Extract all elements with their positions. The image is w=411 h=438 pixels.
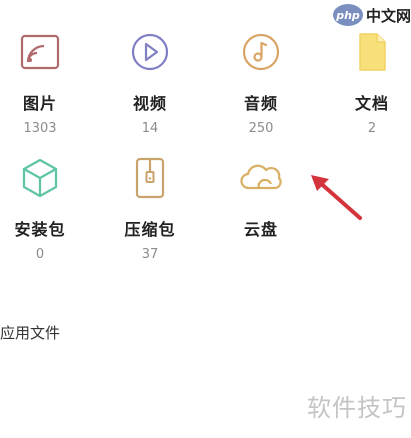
music-note-icon [242,33,280,71]
document-icon [359,33,386,71]
category-audio[interactable]: 音频 250 [221,28,301,136]
category-count: 14 [141,121,159,136]
cloud-icon [240,164,282,190]
category-label: 云盘 [243,220,278,239]
category-label: 视频 [132,94,167,113]
category-label: 文档 [354,94,389,113]
section-title-app-files: 应用文件 [0,324,61,342]
category-count: 0 [35,247,45,262]
category-count: 37 [141,247,159,262]
category-label: 音频 [243,94,278,113]
category-count: 1303 [23,121,57,136]
php-logo: php [333,4,363,26]
category-archives[interactable]: 压缩包 37 [110,154,190,262]
category-label: 图片 [22,94,57,113]
package-cube-icon [22,158,58,198]
category-images[interactable]: 图片 1303 [0,28,80,136]
category-count: 2 [367,121,377,136]
site-name: 中文网 [366,6,411,25]
category-packages[interactable]: 安装包 0 [0,154,80,262]
image-icon [20,34,60,70]
bottom-watermark: 软件技巧 [307,394,407,422]
annotation-arrow-icon [311,175,362,220]
zip-archive-icon [135,157,165,199]
category-label: 压缩包 [124,220,176,239]
video-play-icon [131,33,169,71]
category-count: 250 [248,121,274,136]
category-videos[interactable]: 视频 14 [110,28,190,136]
category-cloud-drive[interactable]: 云盘 [221,154,301,247]
category-documents[interactable]: 文档 2 [332,28,411,136]
category-label: 安装包 [14,220,66,239]
file-manager-screen: php 中文网 图片 1303 视频 14 音频 250 文档 2 安装包 0 … [0,0,411,438]
site-watermark: php 中文网 [333,2,411,28]
